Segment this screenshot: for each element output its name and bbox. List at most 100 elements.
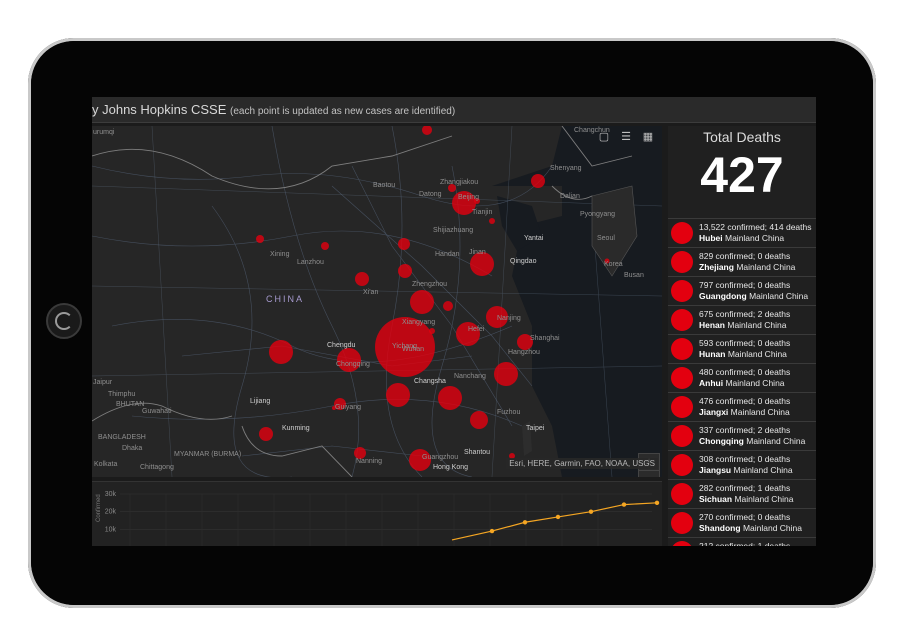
- map-label: Chengdu: [327, 342, 356, 349]
- map-label: Beijing: [458, 194, 479, 201]
- map-label: Tianjin: [472, 209, 492, 216]
- region-name: Mainland China: [749, 291, 809, 301]
- province-list[interactable]: 13,522 confirmed; 414 deaths Hubei Mainla…: [668, 219, 816, 546]
- map-toolbar: ▢ ☰ ▦: [598, 131, 654, 143]
- map-label: Datong: [419, 191, 442, 198]
- map-label: Chittagong: [140, 464, 174, 471]
- province-name: Sichuan: [699, 494, 733, 504]
- chart-y-tick: 20k: [105, 509, 117, 516]
- province-row[interactable]: 829 confirmed; 0 deaths Zhejiang Mainland…: [668, 248, 816, 277]
- case-bubble-icon: [671, 483, 693, 505]
- chart-point[interactable]: [588, 509, 594, 514]
- map-label: Xi'an: [363, 289, 378, 296]
- case-counts: 270 confirmed; 0 deaths: [699, 512, 790, 522]
- province-row[interactable]: 308 confirmed; 0 deaths Jiangsu Mainland …: [668, 451, 816, 480]
- confirmed-count: 337 confirmed;: [699, 425, 756, 435]
- dashboard-subtitle: (each point is updated as new cases are …: [230, 106, 456, 117]
- confirmed-count: 282 confirmed;: [699, 483, 756, 493]
- case-counts: 212 confirmed; 1 deaths: [699, 541, 790, 546]
- map-label: Shenyang: [550, 165, 582, 172]
- location: Henan Mainland China: [699, 320, 786, 330]
- map-label: Chongqing: [336, 361, 370, 368]
- case-bubble-icon: [671, 222, 693, 244]
- province-row[interactable]: 675 confirmed; 2 deaths Henan Mainland Ch…: [668, 306, 816, 335]
- map-label: BANGLADESH: [98, 434, 146, 441]
- confirmed-count: 829 confirmed;: [699, 251, 756, 261]
- list-icon[interactable]: ☰: [620, 131, 632, 143]
- map-label: Dhaka: [122, 445, 142, 452]
- location: Sichuan Mainland China: [699, 494, 794, 504]
- death-count: 2 deaths: [757, 425, 791, 435]
- province-row[interactable]: 593 confirmed; 0 deaths Hunan Mainland Ch…: [668, 335, 816, 364]
- case-counts: 337 confirmed; 2 deaths: [699, 425, 790, 435]
- province-name: Henan: [699, 320, 725, 330]
- case-counts: 593 confirmed; 0 deaths: [699, 338, 790, 348]
- death-count: 0 deaths: [757, 251, 791, 261]
- death-count: 0 deaths: [757, 338, 791, 348]
- confirmed-series-line: [451, 502, 658, 541]
- chart-point[interactable]: [522, 520, 528, 525]
- case-counts: 476 confirmed; 0 deaths: [699, 396, 790, 406]
- chart-point[interactable]: [654, 500, 660, 506]
- map-label: Taipei: [526, 425, 545, 432]
- province-row[interactable]: 270 confirmed; 0 deaths Shandong Mainland…: [668, 509, 816, 538]
- map-label: Nanning: [356, 458, 382, 465]
- confirmed-count: 308 confirmed;: [699, 454, 756, 464]
- map-label: Pyongyang: [580, 211, 615, 218]
- map-label: Guiyang: [335, 404, 361, 411]
- map-label: Lanzhou: [297, 259, 324, 266]
- map-label: Dalian: [560, 193, 580, 200]
- death-count: 0 deaths: [757, 280, 791, 290]
- map-label: Xiangyang: [402, 319, 435, 326]
- province-row[interactable]: 480 confirmed; 0 deaths Anhui Mainland Ch…: [668, 364, 816, 393]
- province-row[interactable]: 797 confirmed; 0 deaths Guangdong Mainlan…: [668, 277, 816, 306]
- confirmed-count: 13,522 confirmed;: [699, 222, 768, 232]
- map-label: Guangzhou: [422, 454, 458, 461]
- location: Guangdong Mainland China: [699, 291, 808, 301]
- province-name: Chongqing: [699, 436, 744, 446]
- location: Hubei Mainland China: [699, 233, 784, 243]
- case-bubble-icon: [671, 280, 693, 302]
- confirmed-count: 270 confirmed;: [699, 512, 756, 522]
- bookmark-icon[interactable]: ▢: [598, 131, 610, 143]
- map-canvas[interactable]: Changchun Shenyang Baotou Zhangjiakou Be…: [92, 126, 662, 477]
- death-count: 0 deaths: [757, 512, 791, 522]
- province-row[interactable]: 337 confirmed; 2 deaths Chongqing Mainlan…: [668, 422, 816, 451]
- province-name: Hubei: [699, 233, 723, 243]
- chart-point[interactable]: [489, 528, 495, 534]
- death-count: 2 deaths: [757, 309, 791, 319]
- map-label: Nanjing: [497, 315, 521, 322]
- case-counts: 13,522 confirmed; 414 deaths: [699, 222, 812, 232]
- map-label: Shantou: [464, 449, 490, 456]
- case-counts: 797 confirmed; 0 deaths: [699, 280, 790, 290]
- map-label: Zhengzhou: [412, 281, 447, 288]
- province-row[interactable]: 212 confirmed; 1 deaths: [668, 538, 816, 546]
- region-name: Mainland China: [746, 436, 806, 446]
- chart-point[interactable]: [555, 514, 561, 520]
- zoom-out-button[interactable]: −: [639, 470, 659, 477]
- map-label: Busan: [624, 272, 644, 279]
- region-name: Mainland China: [725, 233, 785, 243]
- home-button[interactable]: [46, 303, 82, 339]
- map-label: Hefei: [468, 326, 485, 333]
- location: Anhui Mainland China: [699, 378, 785, 388]
- chart-point[interactable]: [621, 502, 627, 507]
- province-row[interactable]: 282 confirmed; 1 deaths Sichuan Mainland …: [668, 480, 816, 509]
- cases-map[interactable]: Changchun Shenyang Baotou Zhangjiakou Be…: [92, 126, 662, 477]
- map-label: Handan: [435, 251, 460, 258]
- case-counts: 282 confirmed; 1 deaths: [699, 483, 790, 493]
- location: Chongqing Mainland China: [699, 436, 805, 446]
- map-label: Seoul: [597, 235, 615, 242]
- case-bubble-icon: [671, 338, 693, 360]
- province-row[interactable]: 476 confirmed; 0 deaths Jiangxi Mainland …: [668, 393, 816, 422]
- death-count: 1 deaths: [757, 483, 791, 493]
- qr-icon[interactable]: ▦: [642, 131, 654, 143]
- province-row[interactable]: 13,522 confirmed; 414 deaths Hubei Mainla…: [668, 219, 816, 248]
- death-count: 0 deaths: [757, 396, 791, 406]
- map-label: urumqi: [93, 129, 115, 136]
- case-bubble-icon: [671, 454, 693, 476]
- dashboard-title: y Johns Hopkins CSSE: [92, 102, 227, 117]
- confirmed-count: 593 confirmed;: [699, 338, 756, 348]
- map-label: Jinan: [469, 249, 486, 256]
- case-bubble-icon: [671, 309, 693, 331]
